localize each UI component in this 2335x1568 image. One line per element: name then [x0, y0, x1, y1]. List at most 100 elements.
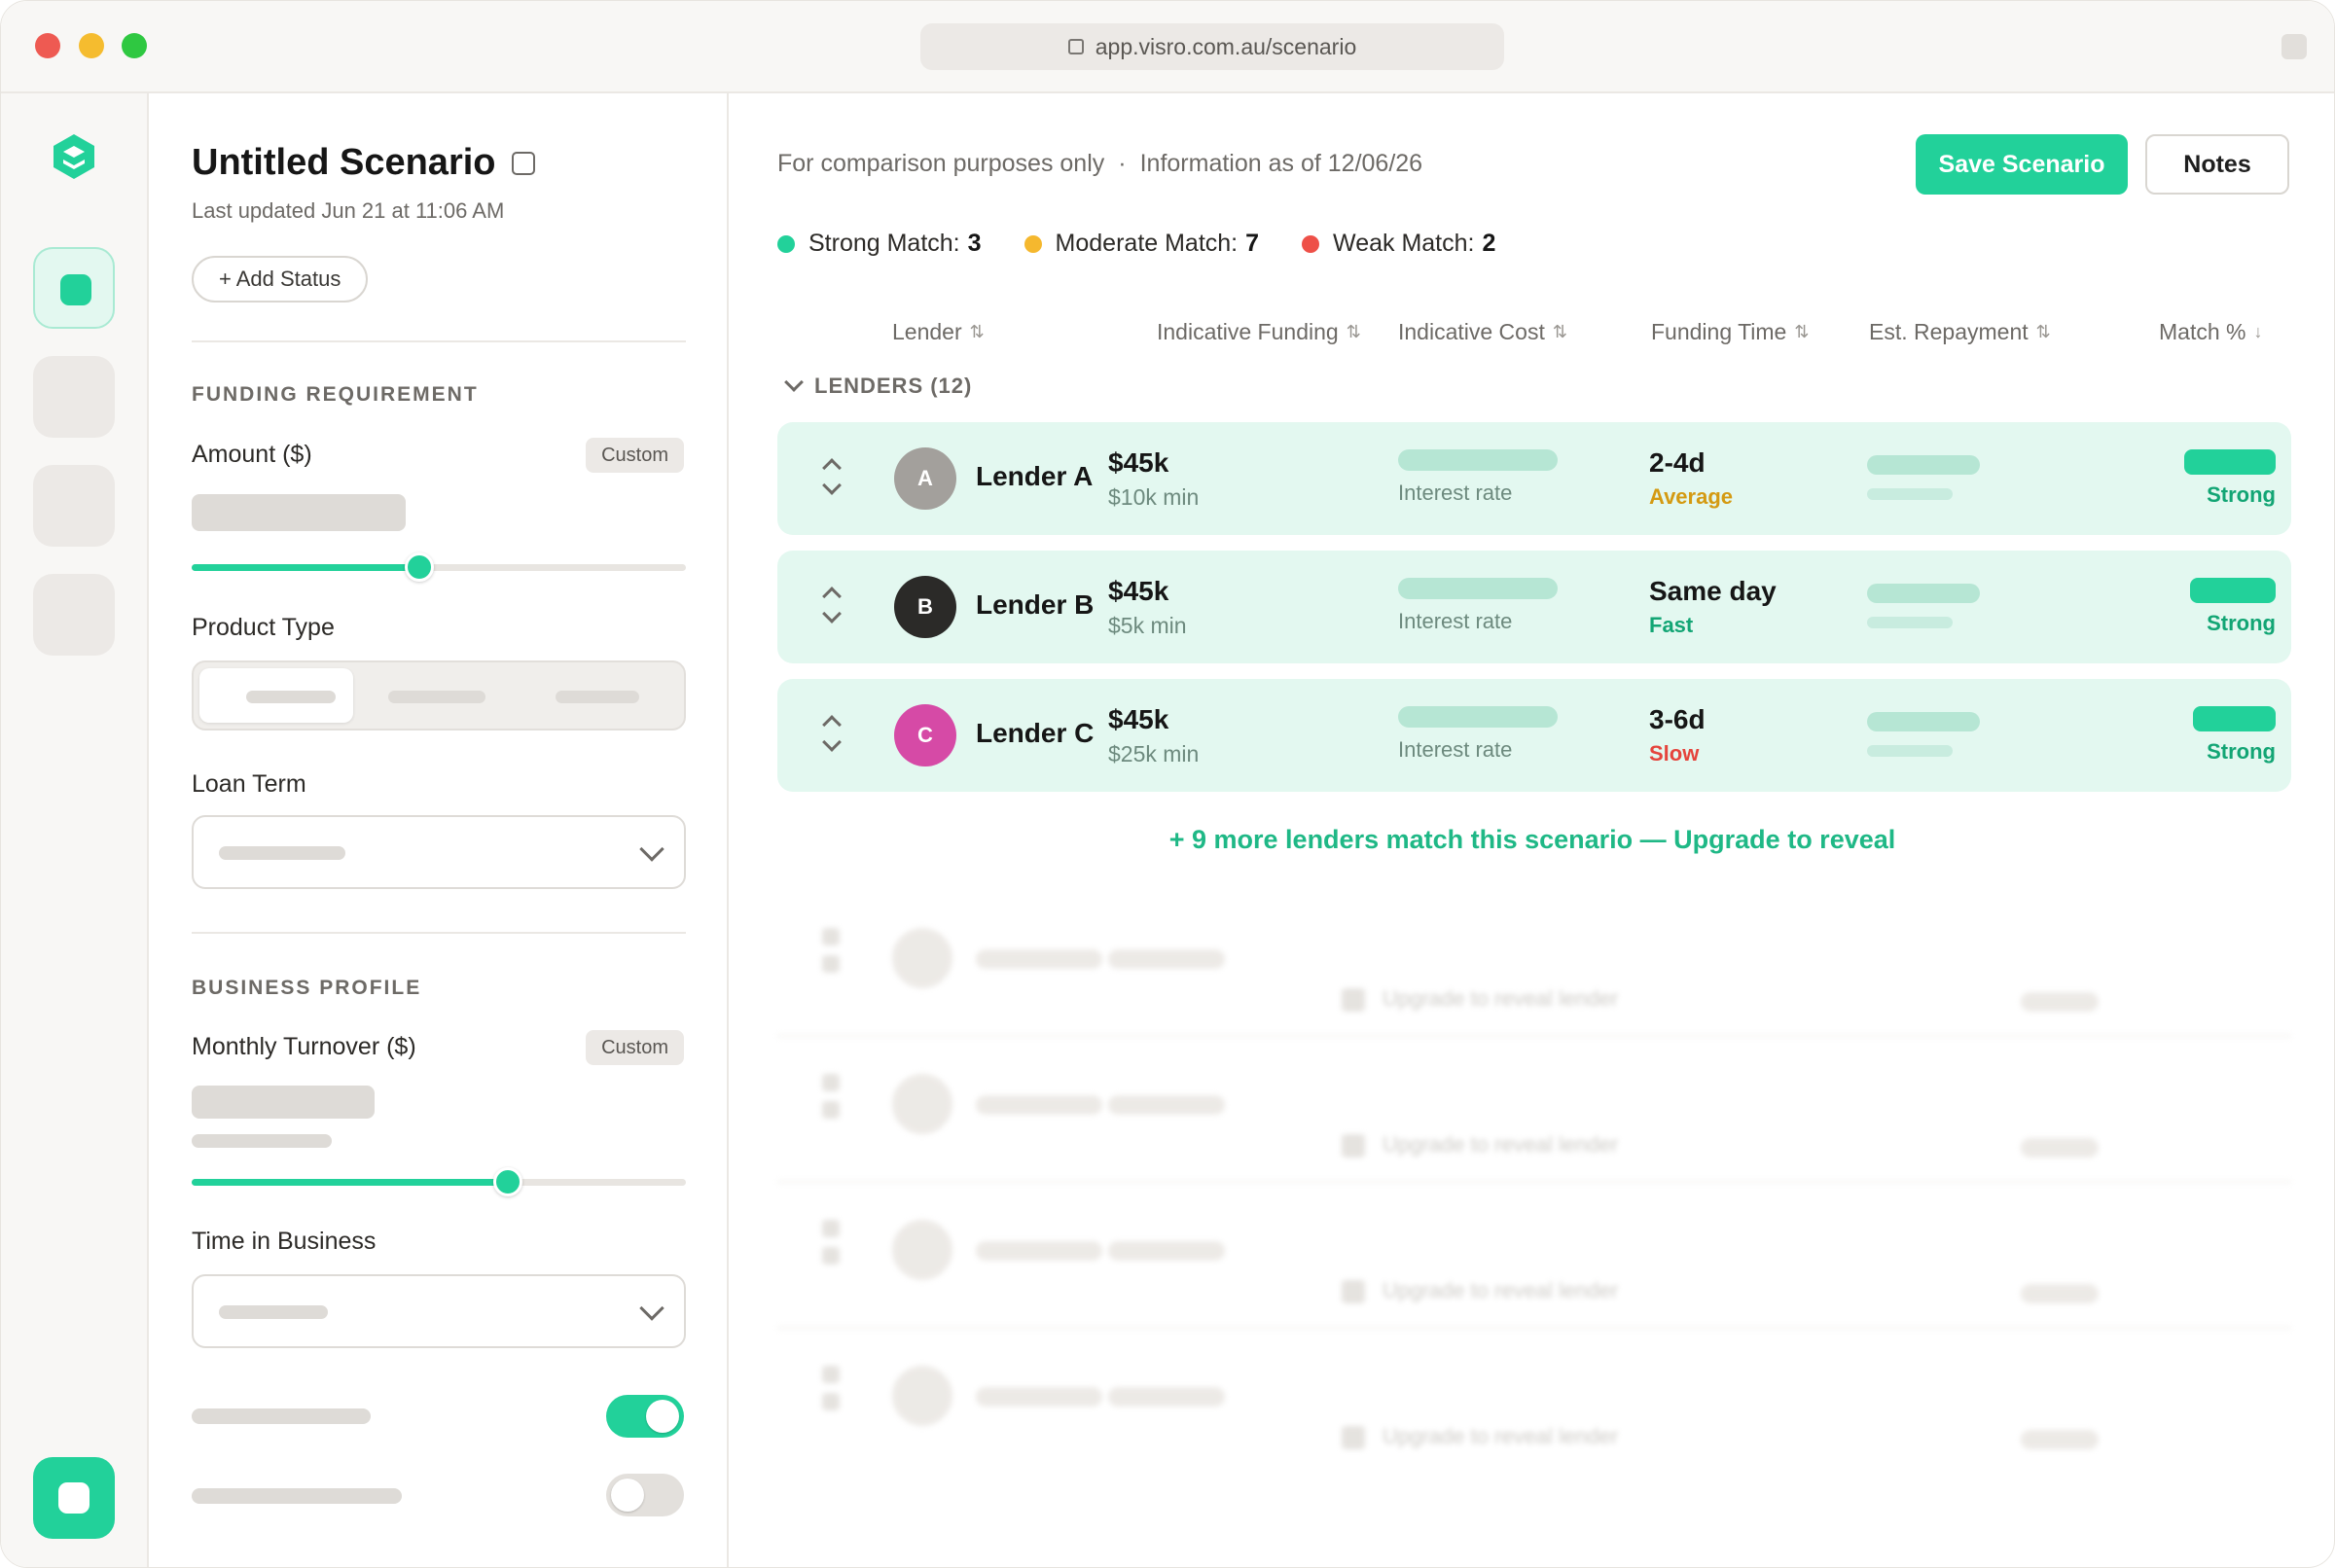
- lenders-group-toggle[interactable]: LENDERS (12): [784, 373, 972, 399]
- toggle-switch-2[interactable]: [606, 1474, 684, 1516]
- close-window-button[interactable]: [35, 33, 60, 58]
- product-type-option-3[interactable]: [556, 691, 639, 703]
- table-row[interactable]: C Lender C $45k $25k min Interest rate 3…: [777, 679, 2291, 792]
- repayment-sub-placeholder: [1867, 745, 1953, 757]
- rail-item-account[interactable]: [33, 1457, 115, 1539]
- rail-item-scenario[interactable]: [33, 247, 115, 329]
- match-label: Strong: [2207, 611, 2276, 635]
- amount-value-placeholder: [192, 494, 406, 531]
- checkbox-icon[interactable]: [511, 151, 535, 175]
- scenario-title-text[interactable]: Untitled Scenario: [192, 142, 496, 184]
- cost-type: Interest rate: [1398, 737, 1513, 762]
- expand-collapse-icon[interactable]: [822, 457, 842, 502]
- information-date: Information as of 12/06/26: [1139, 150, 1423, 177]
- loan-term-select[interactable]: [192, 815, 686, 889]
- table-row[interactable]: A Lender A $45k $10k min Interest rate 2…: [777, 422, 2291, 535]
- scenario-panel: Untitled Scenario Last updated Jun 21 at…: [149, 93, 729, 1567]
- turnover-slider-fill: [192, 1179, 509, 1186]
- column-header-funding[interactable]: Indicative Funding ⇅: [1157, 319, 1361, 345]
- rail-item-3[interactable]: [33, 465, 115, 547]
- toggle-knob: [611, 1479, 644, 1512]
- notes-button[interactable]: Notes: [2145, 134, 2289, 195]
- cost-placeholder: [1398, 706, 1558, 728]
- toggle-2-label-placeholder: [192, 1488, 402, 1504]
- upgrade-to-reveal-link[interactable]: + 9 more lenders match this scenario — U…: [729, 825, 2334, 855]
- match-bar: [2193, 706, 2276, 731]
- address-bar[interactable]: app.visro.com.au/scenario: [920, 23, 1504, 70]
- table-row[interactable]: B Lender B $45k $5k min Interest rate Sa…: [777, 551, 2291, 663]
- lender-name[interactable]: Lender C: [976, 718, 1094, 749]
- rail-item-4[interactable]: [33, 574, 115, 656]
- locked-lenders: Upgrade to reveal lender Upgrade to reve…: [777, 891, 2291, 1514]
- amount-custom-badge[interactable]: Custom: [586, 438, 684, 473]
- amount-label: Amount ($): [192, 441, 312, 468]
- legend-moderate: Moderate Match: 7: [1024, 230, 1260, 258]
- funding-time: 2-4d: [1649, 447, 1706, 478]
- expand-collapse-icon[interactable]: [822, 586, 842, 630]
- turnover-slider[interactable]: [192, 1167, 686, 1196]
- browser-titlebar: app.visro.com.au/scenario: [1, 1, 2334, 93]
- time-in-business-select[interactable]: [192, 1274, 686, 1348]
- turnover-slider-handle[interactable]: [493, 1167, 523, 1196]
- lender-name[interactable]: Lender A: [976, 461, 1093, 492]
- sort-icon: ⇅: [1794, 322, 1810, 341]
- column-cost-label: Indicative Cost: [1398, 319, 1545, 344]
- column-match-label: Match %: [2159, 319, 2246, 344]
- locked-row: Upgrade to reveal lender: [777, 1183, 2291, 1329]
- chevron-down-icon: [639, 1296, 665, 1321]
- minimize-window-button[interactable]: [79, 33, 104, 58]
- avatar: A: [894, 447, 956, 510]
- loan-term-label: Loan Term: [192, 770, 306, 798]
- repayment-sub-placeholder: [1867, 488, 1953, 500]
- nav-rail: [1, 93, 149, 1567]
- locked-row: Upgrade to reveal lender: [777, 891, 2291, 1037]
- chevron-down-icon: [784, 373, 804, 392]
- lock-icon: [1342, 988, 1365, 1012]
- column-header-time[interactable]: Funding Time ⇅: [1651, 319, 1809, 345]
- results-area: For comparison purposes only · Informati…: [729, 93, 2334, 1567]
- expand-collapse-icon[interactable]: [822, 714, 842, 759]
- locked-lender-text: Upgrade to reveal lender: [1383, 986, 1619, 1011]
- column-header-repayment[interactable]: Est. Repayment ⇅: [1869, 319, 2051, 345]
- funding-time: 3-6d: [1649, 704, 1706, 734]
- column-header-cost[interactable]: Indicative Cost ⇅: [1398, 319, 1567, 345]
- locked-lender-text: Upgrade to reveal lender: [1383, 1424, 1619, 1448]
- comparison-disclaimer: For comparison purposes only: [777, 150, 1105, 177]
- scenario-title: Untitled Scenario: [192, 142, 535, 184]
- column-header-match[interactable]: Match % ↓: [2159, 319, 2262, 345]
- page-icon: [1067, 39, 1084, 54]
- locked-lender-text: Upgrade to reveal lender: [1383, 1278, 1619, 1302]
- sort-icon: ⇅: [969, 322, 985, 341]
- product-type-label: Product Type: [192, 614, 335, 641]
- column-header-lender[interactable]: Lender ⇅: [892, 319, 985, 345]
- product-type-option-2[interactable]: [388, 691, 485, 703]
- locked-row: Upgrade to reveal lender: [777, 1329, 2291, 1475]
- amount-slider-handle[interactable]: [404, 552, 434, 582]
- toggle-switch-1[interactable]: [606, 1395, 684, 1438]
- indicative-funding: $45k: [1108, 704, 1169, 734]
- app-window: app.visro.com.au/scenario Untitled Scena…: [0, 0, 2335, 1568]
- app-logo-icon[interactable]: [52, 132, 96, 181]
- legend-moderate-count: 7: [1245, 230, 1260, 257]
- match-label: Strong: [2207, 482, 2276, 507]
- product-type-selector[interactable]: [192, 660, 686, 731]
- toggle-knob: [646, 1400, 679, 1433]
- sort-icon: ⇅: [2035, 322, 2051, 341]
- legend-weak-label: Weak Match:: [1333, 230, 1475, 257]
- save-scenario-button[interactable]: Save Scenario: [1916, 134, 2128, 195]
- match-bar: [2190, 578, 2276, 603]
- cost-type: Interest rate: [1398, 609, 1513, 633]
- add-status-button[interactable]: + Add Status: [192, 256, 369, 303]
- moderate-dot-icon: [1024, 234, 1042, 253]
- lock-icon: [1342, 1134, 1365, 1158]
- funding-speed: Slow: [1649, 741, 1700, 766]
- maximize-window-button[interactable]: [122, 33, 147, 58]
- turnover-custom-badge[interactable]: Custom: [586, 1030, 684, 1065]
- sort-icon: ⇅: [1346, 322, 1361, 341]
- lender-name[interactable]: Lender B: [976, 589, 1094, 621]
- browser-menu-icon[interactable]: [2281, 34, 2307, 59]
- amount-slider[interactable]: [192, 552, 686, 582]
- rail-item-2[interactable]: [33, 356, 115, 438]
- column-funding-label: Indicative Funding: [1157, 319, 1339, 344]
- match-label: Strong: [2207, 739, 2276, 764]
